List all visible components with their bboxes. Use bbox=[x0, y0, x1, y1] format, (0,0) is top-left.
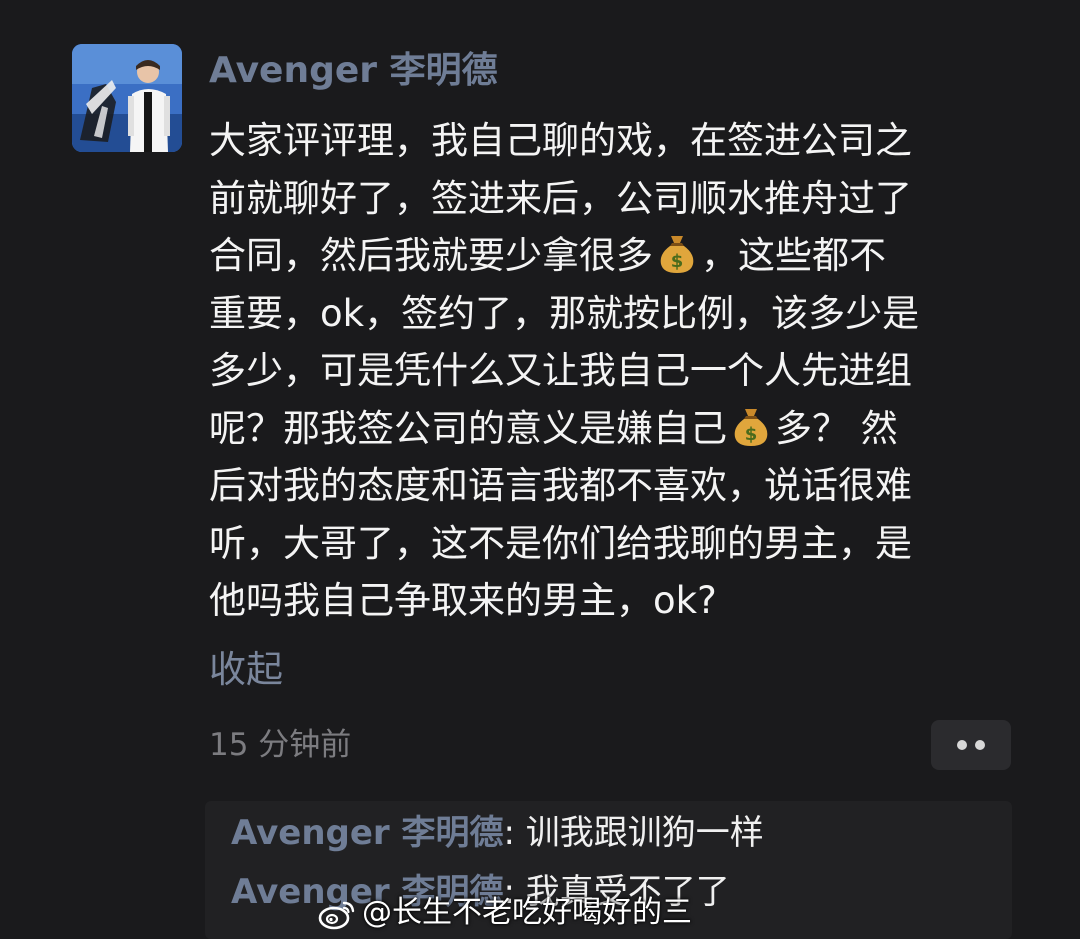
comment-line: 后对我的态度和语言我都不喜欢，说话很难 bbox=[209, 464, 912, 507]
reply-author[interactable]: Avenger 李明德 bbox=[231, 813, 504, 853]
comment-line: 听，大哥了，这不是你们给我聊的男主，是 bbox=[209, 521, 912, 565]
reply-text: : 训我跟训狗一样 bbox=[503, 813, 764, 853]
user-avatar[interactable] bbox=[72, 44, 182, 152]
comment-line: 合同，然后我就要少拿很多 $ ，这些都不 bbox=[209, 227, 1029, 285]
comment-line: 前就聊好了，签进来后，公司顺水推舟过了 bbox=[209, 176, 912, 220]
comment-line: 多少，可是凭什么又让我自己一个人先进组 bbox=[209, 349, 912, 392]
collapse-link[interactable]: 收起 bbox=[209, 644, 283, 696]
svg-text:$: $ bbox=[745, 424, 758, 445]
comment-author-name[interactable]: Avenger 李明德 bbox=[209, 46, 498, 96]
reply-item[interactable]: Avenger 李明德: 训我跟训狗一样 bbox=[231, 809, 764, 857]
svg-text:$: $ bbox=[671, 251, 684, 272]
weibo-logo-icon bbox=[318, 898, 356, 939]
comment-screen: Avenger 李明德 大家评评理，我自己聊的戏，在签进公司之 前就聊好了，签进… bbox=[0, 0, 1080, 939]
comment-line: 重要，ok，签约了，那就按比例，该多少是 bbox=[209, 291, 920, 335]
watermark-text: @长生不老吃好喝好的三 bbox=[362, 895, 692, 930]
money-bag-icon: $ bbox=[731, 405, 771, 464]
more-options-button[interactable] bbox=[931, 720, 1011, 770]
avatar-photo-icon bbox=[72, 44, 182, 152]
more-dots-icon bbox=[975, 740, 985, 750]
comment-line-text: 呢？那我签公司的意义是嫌自己 bbox=[209, 406, 727, 450]
comment-line: 大家评评理，我自己聊的戏，在签进公司之 bbox=[209, 119, 912, 162]
money-bag-icon: $ bbox=[657, 232, 697, 291]
more-dots-icon bbox=[957, 740, 967, 750]
comment-line-text: 合同，然后我就要少拿很多 bbox=[209, 234, 653, 277]
comment-text: 大家评评理，我自己聊的戏，在签进公司之 前就聊好了，签进来后，公司顺水推舟过了 … bbox=[209, 112, 1029, 630]
watermark: @长生不老吃好喝好的三 bbox=[318, 891, 692, 935]
comment-timestamp: 15 分钟前 bbox=[209, 727, 352, 763]
comment-line-text: ，这些都不 bbox=[701, 234, 886, 277]
comment-line: 他吗我自己争取来的男主，ok? bbox=[209, 579, 717, 622]
comment-line-text: 多？ 然 bbox=[775, 406, 898, 450]
comment-line: 呢？那我签公司的意义是嫌自己 $ 多？ 然 bbox=[209, 400, 1029, 458]
